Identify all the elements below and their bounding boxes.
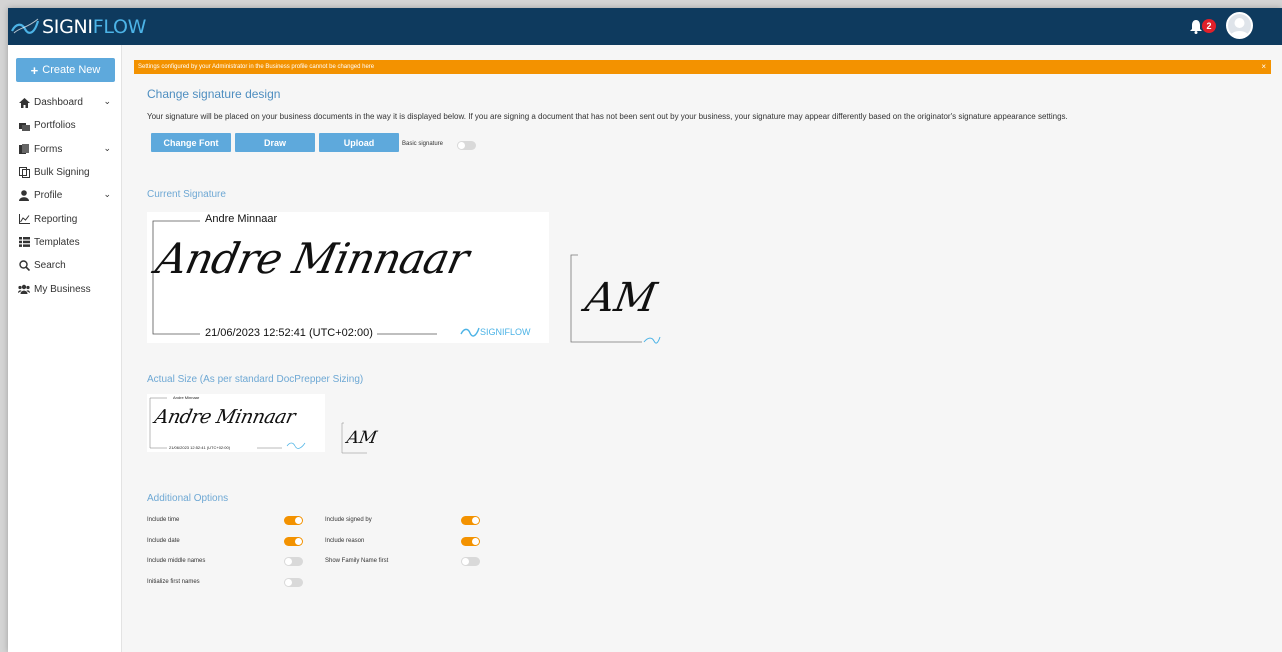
sidebar-item-portfolios[interactable]: Portfolios — [8, 114, 122, 137]
option-include-reason-label: Include reason — [325, 538, 365, 544]
upload-button[interactable]: Upload — [319, 133, 399, 152]
plus-icon: + — [30, 62, 39, 78]
close-icon[interactable]: × — [1261, 60, 1266, 74]
notice-text: Settings configured by your Administrato… — [138, 64, 375, 70]
include-middle-names-toggle[interactable] — [284, 557, 303, 566]
current-initials-preview: AM — [570, 253, 662, 349]
notification-badge[interactable]: 2 — [1202, 19, 1216, 33]
chevron-down-icon[interactable]: ⌄ — [103, 143, 111, 154]
option-include-time-label: Include time — [147, 517, 180, 523]
basic-signature-toggle[interactable] — [457, 141, 476, 150]
users-icon — [18, 283, 30, 295]
signiflow-watermark: SIGNIFLOW — [460, 325, 531, 339]
forms-icon — [18, 143, 30, 155]
current-signature-preview: Andre Minnaar Andre Minnaar 21/06/2023 1… — [147, 212, 549, 343]
user-icon — [18, 190, 30, 202]
chevron-down-icon[interactable]: ⌄ — [103, 189, 111, 200]
watermark-swoosh-icon — [460, 327, 480, 337]
logo-swoosh-icon — [11, 18, 40, 34]
logo-text: SIGNIFLOW — [42, 16, 147, 38]
sidebar-item-bulk-signing[interactable]: Bulk Signing — [8, 161, 122, 184]
signature-timestamp: 21/06/2023 12:52:41 (UTC+02:00) — [205, 327, 373, 339]
small-signature-timestamp: 21/06/2023 12:52:41 (UTC+02:00) — [169, 445, 231, 450]
home-icon — [18, 97, 30, 109]
show-family-name-first-toggle[interactable] — [461, 557, 480, 566]
signature-script: Andre Minnaar — [151, 234, 473, 283]
option-include-signed-by-label: Include signed by — [325, 517, 372, 523]
list-icon — [18, 236, 30, 248]
signed-by-name: Andre Minnaar — [205, 213, 278, 225]
initials-script: AM — [581, 275, 660, 321]
option-show-family-name-first-label: Show Family Name first — [325, 558, 389, 564]
small-signature-script: Andre Minnaar — [152, 406, 298, 428]
signature-description: Your signature will be placed on your bu… — [147, 112, 1068, 121]
search-icon — [18, 260, 30, 272]
actual-size-signature-preview: Andre Minnaar Andre Minnaar 21/06/2023 1… — [147, 394, 325, 452]
sidebar-item-label: Profile — [34, 190, 63, 202]
sidebar-item-label: Reporting — [34, 213, 78, 225]
change-font-button[interactable]: Change Font — [151, 133, 231, 152]
include-time-toggle[interactable] — [284, 516, 303, 525]
sidebar-item-label: Templates — [34, 236, 80, 248]
signiflow-logo[interactable]: SIGNIFLOW — [10, 13, 146, 41]
chart-icon — [18, 213, 30, 225]
include-date-toggle[interactable] — [284, 537, 303, 546]
include-signed-by-toggle[interactable] — [461, 516, 480, 525]
create-new-label: Create New — [42, 64, 101, 76]
actual-size-heading: Actual Size (As per standard DocPrepper … — [147, 374, 364, 385]
user-avatar-icon — [1230, 18, 1249, 37]
basic-signature-label: Basic signature — [402, 141, 444, 147]
page-title: Change signature design — [147, 87, 281, 101]
sidebar-item-label: Portfolios — [34, 120, 76, 132]
option-include-middle-names-label: Include middle names — [147, 558, 206, 564]
top-bar: SIGNIFLOW 2 — [8, 8, 1282, 45]
small-initials-script: AM — [345, 428, 379, 448]
sidebar-item-label: Bulk Signing — [34, 167, 90, 179]
actual-size-initials-preview: AM — [341, 422, 379, 456]
sidebar-item-templates[interactable]: Templates — [8, 231, 122, 254]
sidebar-item-reporting[interactable]: Reporting — [8, 207, 122, 230]
sidebar: + Create New Dashboard ⌄ Portfolios Form… — [8, 45, 122, 652]
sidebar-nav: Dashboard ⌄ Portfolios Forms ⌄ Bulk Sign… — [8, 91, 122, 301]
sidebar-item-label: My Business — [34, 283, 91, 295]
sidebar-item-profile[interactable]: Profile ⌄ — [8, 184, 122, 207]
sidebar-item-label: Dashboard — [34, 97, 83, 109]
sidebar-item-search[interactable]: Search — [8, 254, 122, 277]
sidebar-item-label: Forms — [34, 143, 63, 155]
initialize-first-names-toggle[interactable] — [284, 578, 303, 587]
avatar[interactable] — [1226, 12, 1253, 39]
current-signature-heading: Current Signature — [147, 189, 226, 200]
bell-icon[interactable] — [1189, 19, 1203, 34]
sidebar-item-my-business[interactable]: My Business — [8, 277, 122, 300]
draw-button[interactable]: Draw — [235, 133, 315, 152]
sidebar-item-forms[interactable]: Forms ⌄ — [8, 138, 122, 161]
option-include-date-label: Include date — [147, 538, 180, 544]
create-new-button[interactable]: + Create New — [16, 58, 115, 82]
sidebar-item-dashboard[interactable]: Dashboard ⌄ — [8, 91, 122, 114]
portfolio-icon — [18, 120, 30, 132]
option-initialize-first-names-label: Initialize first names — [147, 579, 200, 585]
chevron-down-icon[interactable]: ⌄ — [103, 96, 111, 107]
sidebar-item-label: Search — [34, 260, 66, 272]
app-window: SIGNIFLOW 2 + Create New Dashboard ⌄ Por… — [8, 8, 1282, 652]
small-signed-by-name: Andre Minnaar — [173, 395, 200, 400]
admin-notice-banner: Settings configured by your Administrato… — [134, 60, 1271, 74]
additional-options-heading: Additional Options — [147, 493, 229, 504]
bulk-signing-icon — [18, 167, 30, 179]
include-reason-toggle[interactable] — [461, 537, 480, 546]
